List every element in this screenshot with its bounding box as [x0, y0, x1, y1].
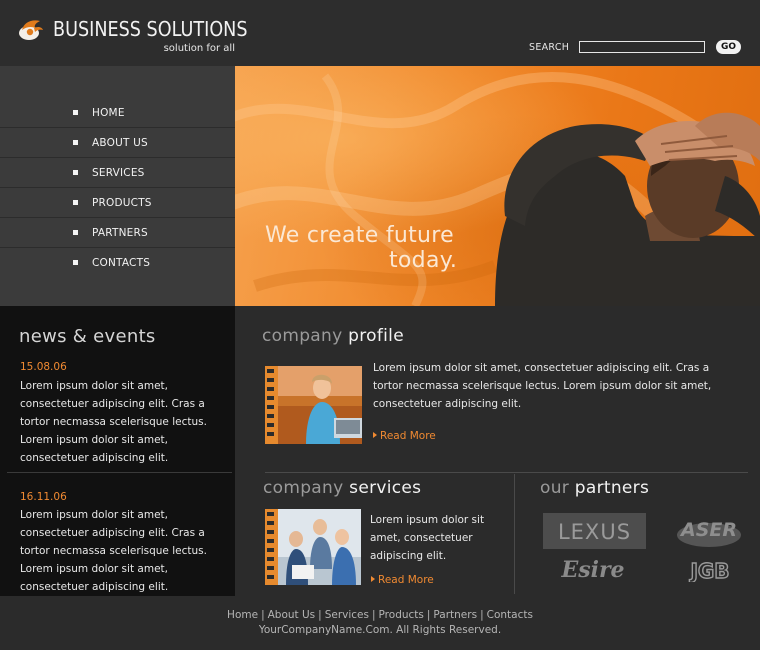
nav-item-contacts[interactable]: CONTACTS [0, 248, 235, 278]
footer-separator: | [426, 609, 431, 621]
footer-separator: | [318, 609, 322, 621]
film-strip-icon [267, 512, 274, 582]
partner-logo-jgb[interactable]: JGB [682, 558, 738, 582]
services-read-more-link[interactable]: Read More [371, 574, 434, 586]
nav-item-label: SERVICES [92, 166, 145, 179]
nav-item-label: PRODUCTS [92, 196, 152, 209]
nav-item-label: HOME [92, 106, 125, 119]
bullet-icon [73, 110, 78, 115]
profile-photo [278, 366, 362, 444]
site-subtitle: solution for all [163, 43, 235, 54]
main-content: company profile Lorem ipsum dolor sit am… [235, 306, 760, 596]
partners-heading-light: our [540, 478, 575, 498]
go-button[interactable]: GO [716, 40, 741, 54]
footer-link-about-us[interactable]: About Us [268, 609, 316, 621]
main-nav: HOME ABOUT US SERVICES PRODUCTS PARTNERS… [0, 66, 235, 306]
profile-heading: company profile [262, 326, 404, 346]
partner-logo-text: JGB [688, 559, 729, 582]
footer-links: Home | About Us | Services | Products | Partners… [0, 609, 760, 621]
site-footer: Home | About Us | Services | Products | Partners… [0, 596, 760, 650]
services-photo [278, 509, 361, 585]
nav-item-label: PARTNERS [92, 226, 148, 239]
nav-item-products[interactable]: PRODUCTS [0, 188, 235, 218]
bullet-icon [73, 260, 78, 265]
site-title: BUSINESS SOLUTIONS [53, 17, 248, 41]
partner-logo-text: LEXUS [558, 520, 631, 544]
read-more-label: Read More [380, 430, 436, 442]
footer-link-contacts[interactable]: Contacts [487, 609, 533, 621]
column-divider [514, 474, 515, 594]
partner-logo-esire[interactable]: Esire [560, 555, 626, 583]
nav-item-home[interactable]: HOME [0, 98, 235, 128]
hero-headline-line1: We create future [265, 223, 454, 248]
bullet-icon [73, 170, 78, 175]
search-input[interactable] [579, 41, 705, 53]
bullet-icon [73, 230, 78, 235]
news-date: 16.11.06 [20, 491, 67, 503]
logo-icon[interactable] [18, 16, 44, 42]
film-strip-icon [267, 369, 274, 441]
profile-image [265, 366, 362, 444]
footer-link-services[interactable]: Services [325, 609, 369, 621]
news-panel: news & events 15.08.06 Lorem ipsum dolor… [0, 306, 235, 596]
nav-item-label: CONTACTS [92, 257, 151, 269]
hero-headline-line2: today. [389, 248, 458, 273]
partner-logo-aser[interactable]: ASER [675, 513, 743, 549]
partner-logo-lexus[interactable]: LEXUS [543, 513, 646, 549]
services-image [265, 509, 361, 585]
footer-separator: | [371, 609, 376, 621]
arrow-right-icon [373, 432, 377, 438]
news-text: Lorem ipsum dolor sit amet, consectetuer… [20, 509, 207, 593]
partner-logo-text: Esire [560, 557, 624, 583]
site-header: BUSINESS SOLUTIONS solution for all SEAR… [0, 0, 760, 66]
search-label: SEARCH [529, 42, 570, 53]
profile-read-more-link[interactable]: Read More [373, 430, 436, 442]
arrow-right-icon [371, 576, 375, 582]
footer-separator: | [480, 609, 484, 621]
bullet-icon [73, 140, 78, 145]
services-heading-bold: services [349, 478, 422, 498]
news-date: 15.08.06 [20, 361, 67, 373]
copyright-text: YourCompanyName.Com. All Rights Reserved… [258, 624, 502, 636]
footer-separator: | [261, 609, 265, 621]
nav-item-label: ABOUT US [92, 136, 148, 149]
footer-link-home[interactable]: Home [227, 609, 258, 621]
footer-link-partners[interactable]: Partners [433, 609, 477, 621]
news-heading: news & events [19, 326, 156, 347]
partner-logo-text: ASER [679, 519, 737, 541]
services-heading-light: company [263, 478, 350, 498]
section-divider [265, 472, 748, 473]
nav-item-partners[interactable]: PARTNERS [0, 218, 235, 248]
services-heading: company services [263, 478, 421, 498]
services-text: Lorem ipsum dolor sit amet, consectetuer… [370, 514, 485, 562]
profile-text: Lorem ipsum dolor sit amet, consectetuer… [373, 362, 712, 410]
nav-item-about-us[interactable]: ABOUT US [0, 128, 235, 158]
read-more-label: Read More [378, 574, 434, 586]
profile-heading-bold: profile [348, 326, 404, 346]
businessman-image [495, 112, 760, 306]
news-divider [7, 472, 232, 473]
bullet-icon [73, 200, 78, 205]
news-text: Lorem ipsum dolor sit amet, consectetuer… [20, 380, 207, 464]
hero-banner: We create future today. [235, 66, 760, 306]
nav-item-services[interactable]: SERVICES [0, 158, 235, 188]
partners-heading-bold: partners [574, 478, 650, 498]
profile-heading-light: company [262, 326, 349, 346]
footer-link-products[interactable]: Products [379, 609, 424, 621]
partners-heading: our partners [540, 478, 649, 498]
